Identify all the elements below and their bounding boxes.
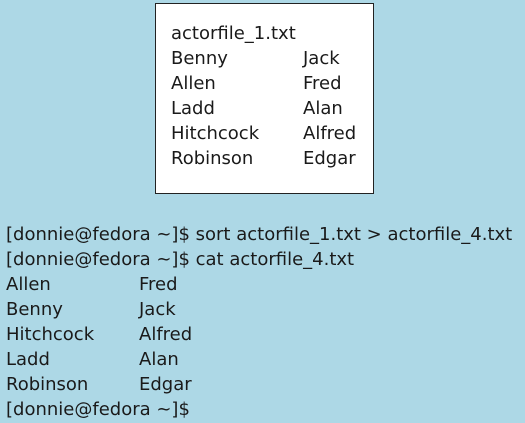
output-row: Benny Jack: [6, 297, 512, 322]
cat-command-line: [donnie@fedora ~]$ cat actorfile_4.txt: [6, 249, 355, 270]
first-name: Fred: [139, 274, 178, 295]
first-name: Jack: [139, 299, 176, 320]
terminal-output: [donnie@fedora ~]$ sort actorfile_1.txt …: [6, 222, 512, 422]
first-name: Edgar: [139, 374, 192, 395]
last-name: Benny: [6, 299, 63, 320]
first-name: Jack: [303, 48, 340, 69]
sort-command-line: [donnie@fedora ~]$ sort actorfile_1.txt …: [6, 224, 513, 245]
file-name-label: actorfile_1.txt: [171, 23, 296, 44]
last-name: Hitchcock: [6, 324, 95, 345]
last-name: Robinson: [6, 374, 89, 395]
last-name: Ladd: [171, 98, 215, 119]
output-row: Hitchcock Alfred: [6, 322, 512, 347]
first-name: Fred: [303, 73, 342, 94]
first-name: Alan: [303, 98, 343, 119]
first-name: Alfred: [139, 324, 193, 345]
output-row: Ladd Alan: [6, 347, 512, 372]
first-name: Alan: [139, 349, 179, 370]
last-name: Allen: [6, 274, 51, 295]
last-name: Benny: [171, 48, 228, 69]
last-name: Robinson: [171, 148, 254, 169]
last-name: Hitchcock: [171, 123, 260, 144]
last-name: Ladd: [6, 349, 50, 370]
output-row: Allen Fred: [6, 272, 512, 297]
output-row: Robinson Edgar: [6, 372, 512, 397]
last-name: Allen: [171, 73, 216, 94]
file-contents-box: actorfile_1.txt Benny Jack Allen Fred La…: [155, 3, 374, 194]
shell-prompt[interactable]: [donnie@fedora ~]$: [6, 397, 512, 422]
first-name: Edgar: [303, 148, 356, 169]
first-name: Alfred: [303, 123, 357, 144]
